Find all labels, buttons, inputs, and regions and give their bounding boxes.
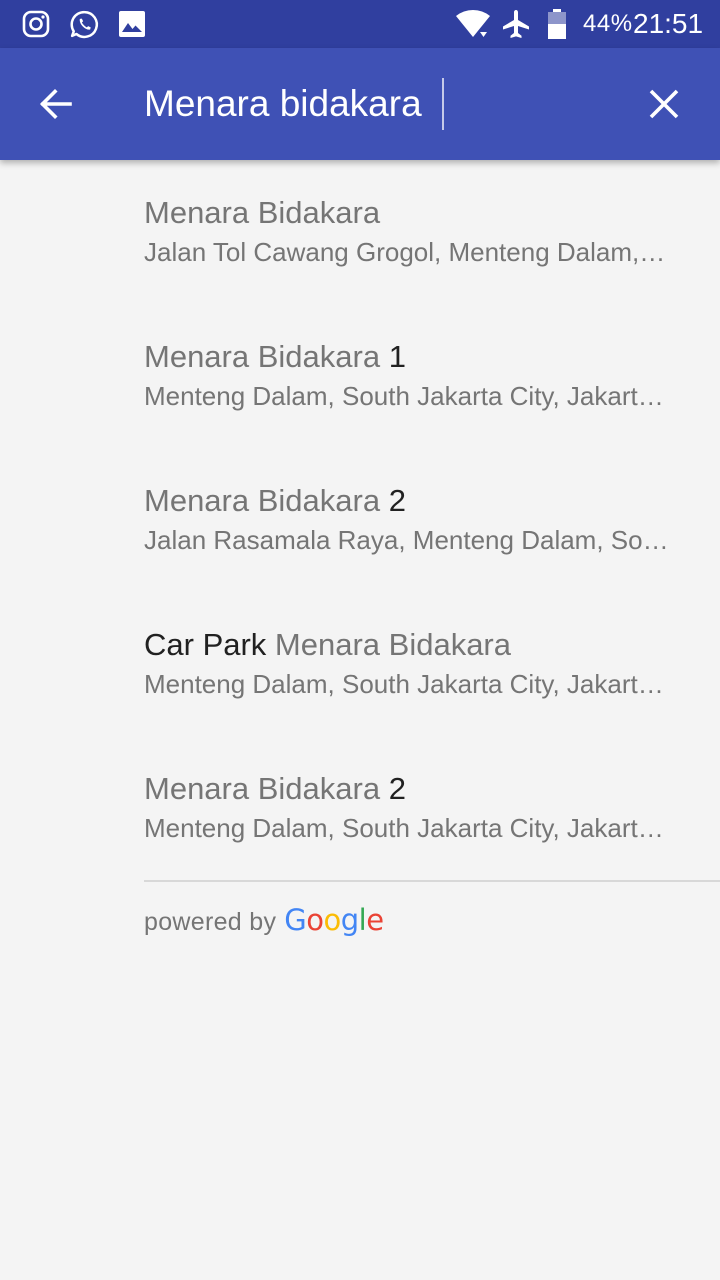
gallery-icon — [119, 11, 145, 37]
whatsapp-icon — [70, 10, 99, 39]
result-title: Car Park Menara Bidakara — [144, 626, 689, 664]
result-title-main: Menara Bidakara — [144, 771, 381, 806]
result-title: Menara Bidakara 1 — [144, 338, 689, 376]
powered-by-label: powered by — [144, 908, 277, 936]
result-title-prefix: Car Park — [144, 627, 275, 662]
result-title: Menara Bidakara 2 — [144, 482, 689, 520]
google-logo-letter: o — [306, 903, 324, 937]
instagram-icon — [22, 10, 50, 38]
google-logo-letter: G — [284, 903, 307, 937]
search-toolbar — [0, 48, 720, 160]
arrow-back-icon — [39, 88, 72, 120]
results-divider — [144, 880, 720, 882]
status-bar: 44% 21:51 — [0, 0, 720, 48]
list-item[interactable]: Menara Bidakara 2 Jalan Rasamala Raya, M… — [0, 448, 720, 592]
result-address: Menteng Dalam, South Jakarta City, Jakar… — [144, 813, 664, 843]
result-address: Menteng Dalam, South Jakarta City, Jakar… — [144, 381, 664, 411]
result-title: Menara Bidakara — [144, 194, 689, 232]
clock: 21:51 — [633, 8, 704, 39]
list-item[interactable]: Menara Bidakara Jalan Tol Cawang Grogol,… — [0, 160, 720, 304]
list-item[interactable]: Car Park Menara Bidakara Menteng Dalam, … — [0, 592, 720, 736]
powered-by-google: powered by Google — [144, 903, 384, 939]
result-title-suffix: 2 — [380, 771, 406, 806]
back-button[interactable] — [28, 76, 84, 132]
result-title-main: Menara Bidakara — [144, 483, 381, 518]
wifi-icon — [456, 9, 490, 38]
list-item[interactable]: Menara Bidakara 1 Menteng Dalam, South J… — [0, 304, 720, 448]
result-address: Jalan Rasamala Raya, Menteng Dalam, So… — [144, 525, 669, 555]
google-logo-letter: o — [323, 903, 341, 937]
battery-icon — [548, 9, 566, 39]
google-logo-letter: e — [366, 903, 384, 937]
list-item[interactable]: Menara Bidakara 2 Menteng Dalam, South J… — [0, 736, 720, 880]
result-address: Menteng Dalam, South Jakarta City, Jakar… — [144, 669, 664, 699]
result-title-suffix: 1 — [380, 339, 406, 374]
result-title-main: Menara Bidakara — [144, 339, 381, 374]
result-title-main: Menara Bidakara — [274, 627, 511, 662]
google-logo: Google — [284, 903, 384, 937]
result-title: Menara Bidakara 2 — [144, 770, 689, 808]
clear-search-button[interactable] — [636, 76, 692, 132]
search-input[interactable] — [144, 78, 614, 130]
airplane-mode-icon — [503, 10, 529, 38]
battery-percent: 44% — [583, 10, 633, 37]
text-cursor — [442, 78, 444, 130]
result-title-suffix: 2 — [380, 483, 406, 518]
google-logo-letter: g — [340, 903, 359, 937]
close-icon — [649, 89, 679, 119]
result-address: Jalan Tol Cawang Grogol, Menteng Dalam,… — [144, 237, 666, 267]
result-title-main: Menara Bidakara — [144, 195, 381, 230]
